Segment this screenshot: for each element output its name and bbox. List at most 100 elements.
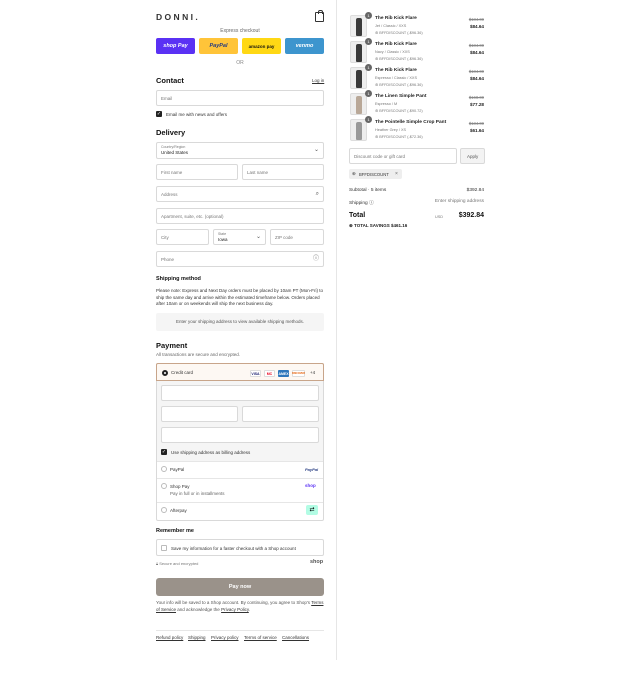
checkout-page: DONNI. Express checkout shop Pay PayPal …: [0, 0, 640, 681]
order-summary-panel: [337, 0, 640, 660]
express-checkout-title: Express checkout: [220, 28, 260, 34]
zip-placeholder: ZIP code: [275, 235, 293, 240]
privacy-policy-link[interactable]: Privacy policy: [211, 635, 239, 640]
shop-pay-icon: shop: [305, 483, 316, 488]
chevron-down-icon: ⌄: [255, 234, 261, 240]
option-divider: [157, 461, 323, 462]
legal-text: Your info will be saved to a Shop accoun…: [156, 600, 324, 613]
state-label: State: [218, 232, 227, 236]
product-name: The Linen Simple Pant: [375, 94, 427, 99]
credit-card-option[interactable]: Credit card VISA MC AMEX DISCOVER +4: [156, 363, 324, 381]
apply-button[interactable]: Apply: [460, 148, 485, 164]
total-label: Total: [349, 212, 366, 219]
first-name-field[interactable]: First name: [156, 164, 238, 180]
billing-same-checkbox[interactable]: ✓: [161, 449, 167, 455]
discount-tag: ⊛ BFFDISCOUNT ×: [349, 169, 402, 179]
amex-icon: AMEX: [278, 370, 289, 377]
last-name-placeholder: Last name: [247, 170, 269, 175]
shipping-summary: Shipping ⓘ: [349, 199, 374, 206]
state-select[interactable]: State Iowa ⌄: [213, 229, 266, 245]
product-discount-text: BFFDISCOUNT (-$96.36): [379, 31, 423, 35]
shipping-empty-box: Enter your shipping address to view avai…: [156, 313, 324, 331]
product-discount: ⊛ BFFDISCOUNT (-$96.36): [375, 83, 423, 87]
help-icon[interactable]: ⓘ: [369, 201, 374, 206]
legal-end: .: [248, 606, 251, 612]
remember-checkbox[interactable]: [161, 545, 167, 551]
product-name: The Rib Kick Flare: [375, 42, 417, 47]
paypal-option-label[interactable]: PayPal: [170, 467, 184, 472]
cancellations-link[interactable]: Cancellations: [282, 635, 309, 640]
afterpay-radio[interactable]: [161, 507, 167, 513]
product-discount-text: BFFDISCOUNT (-$96.36): [379, 83, 423, 87]
secure-text: 🔒︎ Secure and encrypted: [156, 561, 199, 566]
quantity-badge: 1: [365, 64, 372, 71]
name-on-card-field[interactable]: [161, 427, 319, 443]
remember-label: Save my information for a faster checkou…: [171, 546, 296, 551]
product-variant: Navy / Classic / XXS: [375, 50, 410, 54]
expiry-field[interactable]: [161, 406, 238, 422]
amazon-pay-button[interactable]: amazon pay: [242, 38, 281, 54]
sale-price: $84.64: [469, 50, 484, 55]
state-value: Iowa: [218, 237, 228, 242]
address-field[interactable]: Address ⌕: [156, 186, 324, 202]
shipping-summary-value: Enter shipping address: [434, 199, 484, 204]
product-variant: Jet / Classic / XXS: [375, 24, 407, 28]
brand-logo[interactable]: DONNI.: [156, 12, 200, 22]
remember-box[interactable]: Save my information for a faster checkou…: [156, 539, 324, 556]
apply-label: Apply: [467, 154, 479, 159]
venmo-button[interactable]: venmo: [285, 38, 324, 54]
apartment-field[interactable]: Apartment, suite, etc. (optional): [156, 208, 324, 224]
city-placeholder: City: [161, 235, 169, 240]
shipping-empty-text: Enter your shipping address to view avai…: [175, 319, 305, 324]
or-divider: OR: [236, 60, 244, 66]
paypal-radio[interactable]: [161, 466, 167, 472]
discount-tag-code: BFFDISCOUNT: [359, 171, 389, 177]
zip-field[interactable]: ZIP code: [270, 229, 324, 245]
paypal-button[interactable]: PayPal: [199, 38, 238, 54]
card-number-field[interactable]: [161, 385, 319, 401]
help-icon[interactable]: ⓘ: [313, 256, 319, 262]
privacy-link[interactable]: Privacy Policy: [221, 607, 249, 612]
column-divider: [336, 0, 337, 660]
shop-pay-radio[interactable]: [161, 483, 167, 489]
shop-pay-button[interactable]: shop Pay: [156, 38, 195, 54]
discount-code-field[interactable]: Discount code or gift card: [349, 148, 457, 164]
phone-field[interactable]: Phone ⓘ: [156, 251, 324, 267]
product-image: [350, 67, 367, 89]
shipping-link[interactable]: Shipping: [188, 635, 206, 640]
shop-pay-option-label[interactable]: Shop Pay: [170, 484, 190, 489]
delivery-heading: Delivery: [156, 128, 186, 137]
footer-divider: [156, 630, 324, 631]
address-placeholder: Address: [161, 192, 178, 197]
country-select[interactable]: Country/Region United States ⌄: [156, 142, 324, 159]
sale-price: $84.64: [469, 76, 484, 81]
security-code-field[interactable]: [242, 406, 319, 422]
quantity-badge: 1: [365, 12, 372, 19]
product-variant: Heather Grey / XS: [375, 128, 407, 132]
email-placeholder: Email: [161, 96, 173, 101]
afterpay-option-label[interactable]: Afterpay: [170, 508, 187, 513]
email-field[interactable]: Email: [156, 90, 324, 106]
visa-icon: VISA: [250, 370, 261, 377]
last-name-field[interactable]: Last name: [242, 164, 324, 180]
afterpay-icon: ⇄: [306, 505, 318, 515]
apartment-placeholder: Apartment, suite, etc. (optional): [161, 214, 224, 219]
newsletter-checkbox[interactable]: ✓: [156, 111, 162, 117]
original-price: $134.00: [468, 121, 484, 126]
remove-discount-icon[interactable]: ×: [395, 171, 398, 177]
total-savings: ⊛ TOTAL SAVINGS $461.16: [349, 223, 408, 228]
login-link[interactable]: Log in: [312, 78, 324, 83]
pay-now-button[interactable]: Pay now: [156, 578, 324, 596]
credit-card-radio[interactable]: [162, 370, 168, 376]
city-field[interactable]: City: [156, 229, 209, 245]
refund-policy-link[interactable]: Refund policy: [156, 635, 183, 640]
search-icon: ⌕: [315, 191, 319, 197]
shopping-bag-icon[interactable]: [315, 10, 324, 22]
terms-of-service-link[interactable]: Terms of service: [244, 635, 277, 640]
product-name: The Rib Kick Flare: [375, 16, 417, 21]
discover-icon: DISCOVER: [291, 370, 306, 377]
quantity-badge: 1: [365, 116, 372, 123]
sale-price: $84.64: [469, 24, 484, 29]
product-name: The Pointelle Simple Crop Pant: [375, 120, 447, 125]
tag-icon: ⊛: [352, 171, 356, 176]
